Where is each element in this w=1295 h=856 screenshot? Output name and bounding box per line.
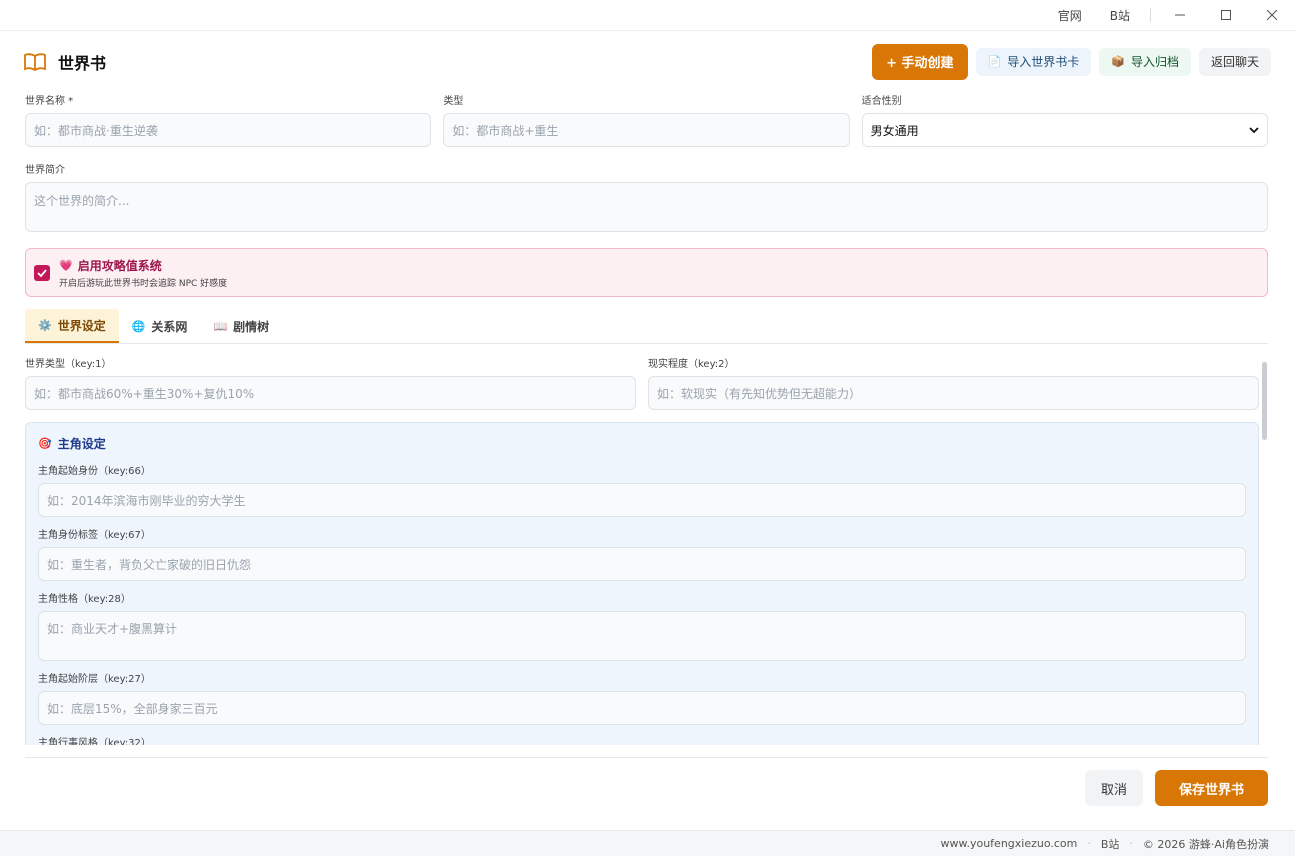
tab-relationship-network[interactable]: 🌐 关系网 <box>119 309 201 343</box>
intro-label: 世界简介 <box>25 165 65 176</box>
status-bilibili-link[interactable]: B站 <box>1101 836 1120 852</box>
cancel-button[interactable]: 取消 <box>1084 770 1143 806</box>
target-icon: 🎯 <box>38 437 52 450</box>
type-input[interactable]: 如：都市商战+重生 <box>443 113 850 147</box>
status-bar: www.youfengxiezuo.com · B站 · © 2026 游蜂·A… <box>0 830 1295 856</box>
open-book-icon <box>24 52 46 71</box>
protagonist-class-input[interactable]: 如：底层15%，全部身家三百元 <box>38 691 1246 725</box>
maximize-button[interactable] <box>1203 0 1249 30</box>
gender-select-value: 男女通用 <box>870 123 919 138</box>
page-title: 世界书 <box>58 53 107 73</box>
protagonist-personality-label: 主角性格（key:28） <box>38 594 131 605</box>
minimize-icon <box>1175 14 1185 16</box>
back-to-chat-button[interactable]: 返回聊天 <box>1198 47 1271 76</box>
realism-label: 现实程度（key:2） <box>648 359 735 370</box>
bilibili-link[interactable]: B站 <box>1096 7 1144 24</box>
protagonist-style-label: 主角行事风格（key:32） <box>38 738 151 745</box>
protagonist-identity-input[interactable]: 如：2014年滨海市刚毕业的穷大学生 <box>38 483 1246 517</box>
protagonist-tags-input[interactable]: 如：重生者，背负父亡家破的旧日仇怨 <box>38 547 1246 581</box>
world-settings-scroll-area[interactable]: 世界类型（key:1） 如：都市商战60%+重生30%+复仇10% 现实程度（k… <box>25 353 1268 745</box>
protagonist-tags-label: 主角身份标签（key:67） <box>38 530 151 541</box>
tab-plot-tree[interactable]: 📖 剧情树 <box>200 309 282 343</box>
minimize-button[interactable] <box>1157 0 1203 30</box>
world-name-input[interactable]: 如：都市商战·重生逆袭 <box>25 113 432 147</box>
world-type-input[interactable]: 如：都市商战60%+重生30%+复仇10% <box>25 376 636 410</box>
maximize-icon <box>1221 10 1231 20</box>
footer-divider <box>25 757 1268 758</box>
import-archive-button[interactable]: 📦 导入归档 <box>1099 47 1191 76</box>
import-archive-label: 导入归档 <box>1130 55 1179 69</box>
chevron-down-icon <box>1249 126 1259 133</box>
save-worldbook-button[interactable]: 保存世界书 <box>1154 770 1268 806</box>
gender-label: 适合性别 <box>861 96 902 107</box>
protagonist-identity-label: 主角起始身份（key:66） <box>38 466 151 477</box>
world-name-label: 世界名称 * <box>25 96 74 107</box>
manual-create-button[interactable]: + 手动创建 <box>872 43 968 80</box>
scrollbar-thumb[interactable] <box>1262 362 1267 440</box>
affinity-title: 启用攻略值系统 <box>77 258 162 273</box>
import-worldbook-card-button[interactable]: 📄 导入世界书卡 <box>975 47 1092 76</box>
tab-world-settings[interactable]: ⚙️ 世界设定 <box>25 309 119 343</box>
protagonist-title: 主角设定 <box>57 437 106 451</box>
page-header: 世界书 + 手动创建 📄 导入世界书卡 📦 导入归档 返回聊天 <box>0 30 1295 92</box>
affinity-system-panel: 💗 启用攻略值系统 开启后游玩此世界书时会追踪 NPC 好感度 <box>25 248 1268 297</box>
globe-icon: 🌐 <box>131 319 146 333</box>
protagonist-personality-textarea[interactable]: 如：商业天才+腹黑算计 <box>38 611 1246 661</box>
gender-select[interactable]: 男女通用 <box>861 113 1268 147</box>
document-icon: 📄 <box>987 55 1002 68</box>
book-icon: 📖 <box>213 319 228 333</box>
import-worldbook-card-label: 导入世界书卡 <box>1007 55 1080 69</box>
affinity-checkbox[interactable] <box>34 264 50 281</box>
separator-dot: · <box>1087 837 1091 850</box>
titlebar-divider <box>1150 8 1151 22</box>
official-site-link[interactable]: 官网 <box>1044 7 1096 24</box>
tab-world-settings-label: 世界设定 <box>57 318 106 333</box>
close-button[interactable] <box>1249 0 1295 30</box>
title-bar: 官网 B站 <box>0 0 1295 30</box>
worldbook-form: 世界名称 * 如：都市商战·重生逆袭 类型 如：都市商战+重生 适合性别 男女通… <box>25 92 1268 344</box>
copyright-text: © 2026 游蜂·Ai角色扮演 <box>1142 837 1269 851</box>
gear-icon: ⚙️ <box>38 318 52 332</box>
tab-relationship-network-label: 关系网 <box>151 319 188 334</box>
protagonist-class-label: 主角起始阶层（key:27） <box>38 674 151 685</box>
protagonist-settings-panel: 🎯 主角设定 主角起始身份（key:66） 如：2014年滨海市刚毕业的穷大学生… <box>25 422 1259 745</box>
world-type-label: 世界类型（key:1） <box>25 359 112 370</box>
settings-tabs: ⚙️ 世界设定 🌐 关系网 📖 剧情树 <box>25 309 1268 344</box>
package-icon: 📦 <box>1111 55 1125 68</box>
type-label: 类型 <box>443 96 464 107</box>
separator-dot: · <box>1129 837 1133 850</box>
intro-textarea[interactable]: 这个世界的简介... <box>25 182 1268 232</box>
checkmark-icon <box>37 268 47 277</box>
website-link[interactable]: www.youfengxiezuo.com <box>940 837 1077 850</box>
heart-icon: 💗 <box>59 258 73 272</box>
close-icon <box>1267 10 1277 20</box>
realism-input[interactable]: 如：软现实（有先知优势但无超能力） <box>648 376 1259 410</box>
tab-plot-tree-label: 剧情树 <box>233 319 270 334</box>
affinity-description: 开启后游玩此世界书时会追踪 NPC 好感度 <box>59 278 228 289</box>
